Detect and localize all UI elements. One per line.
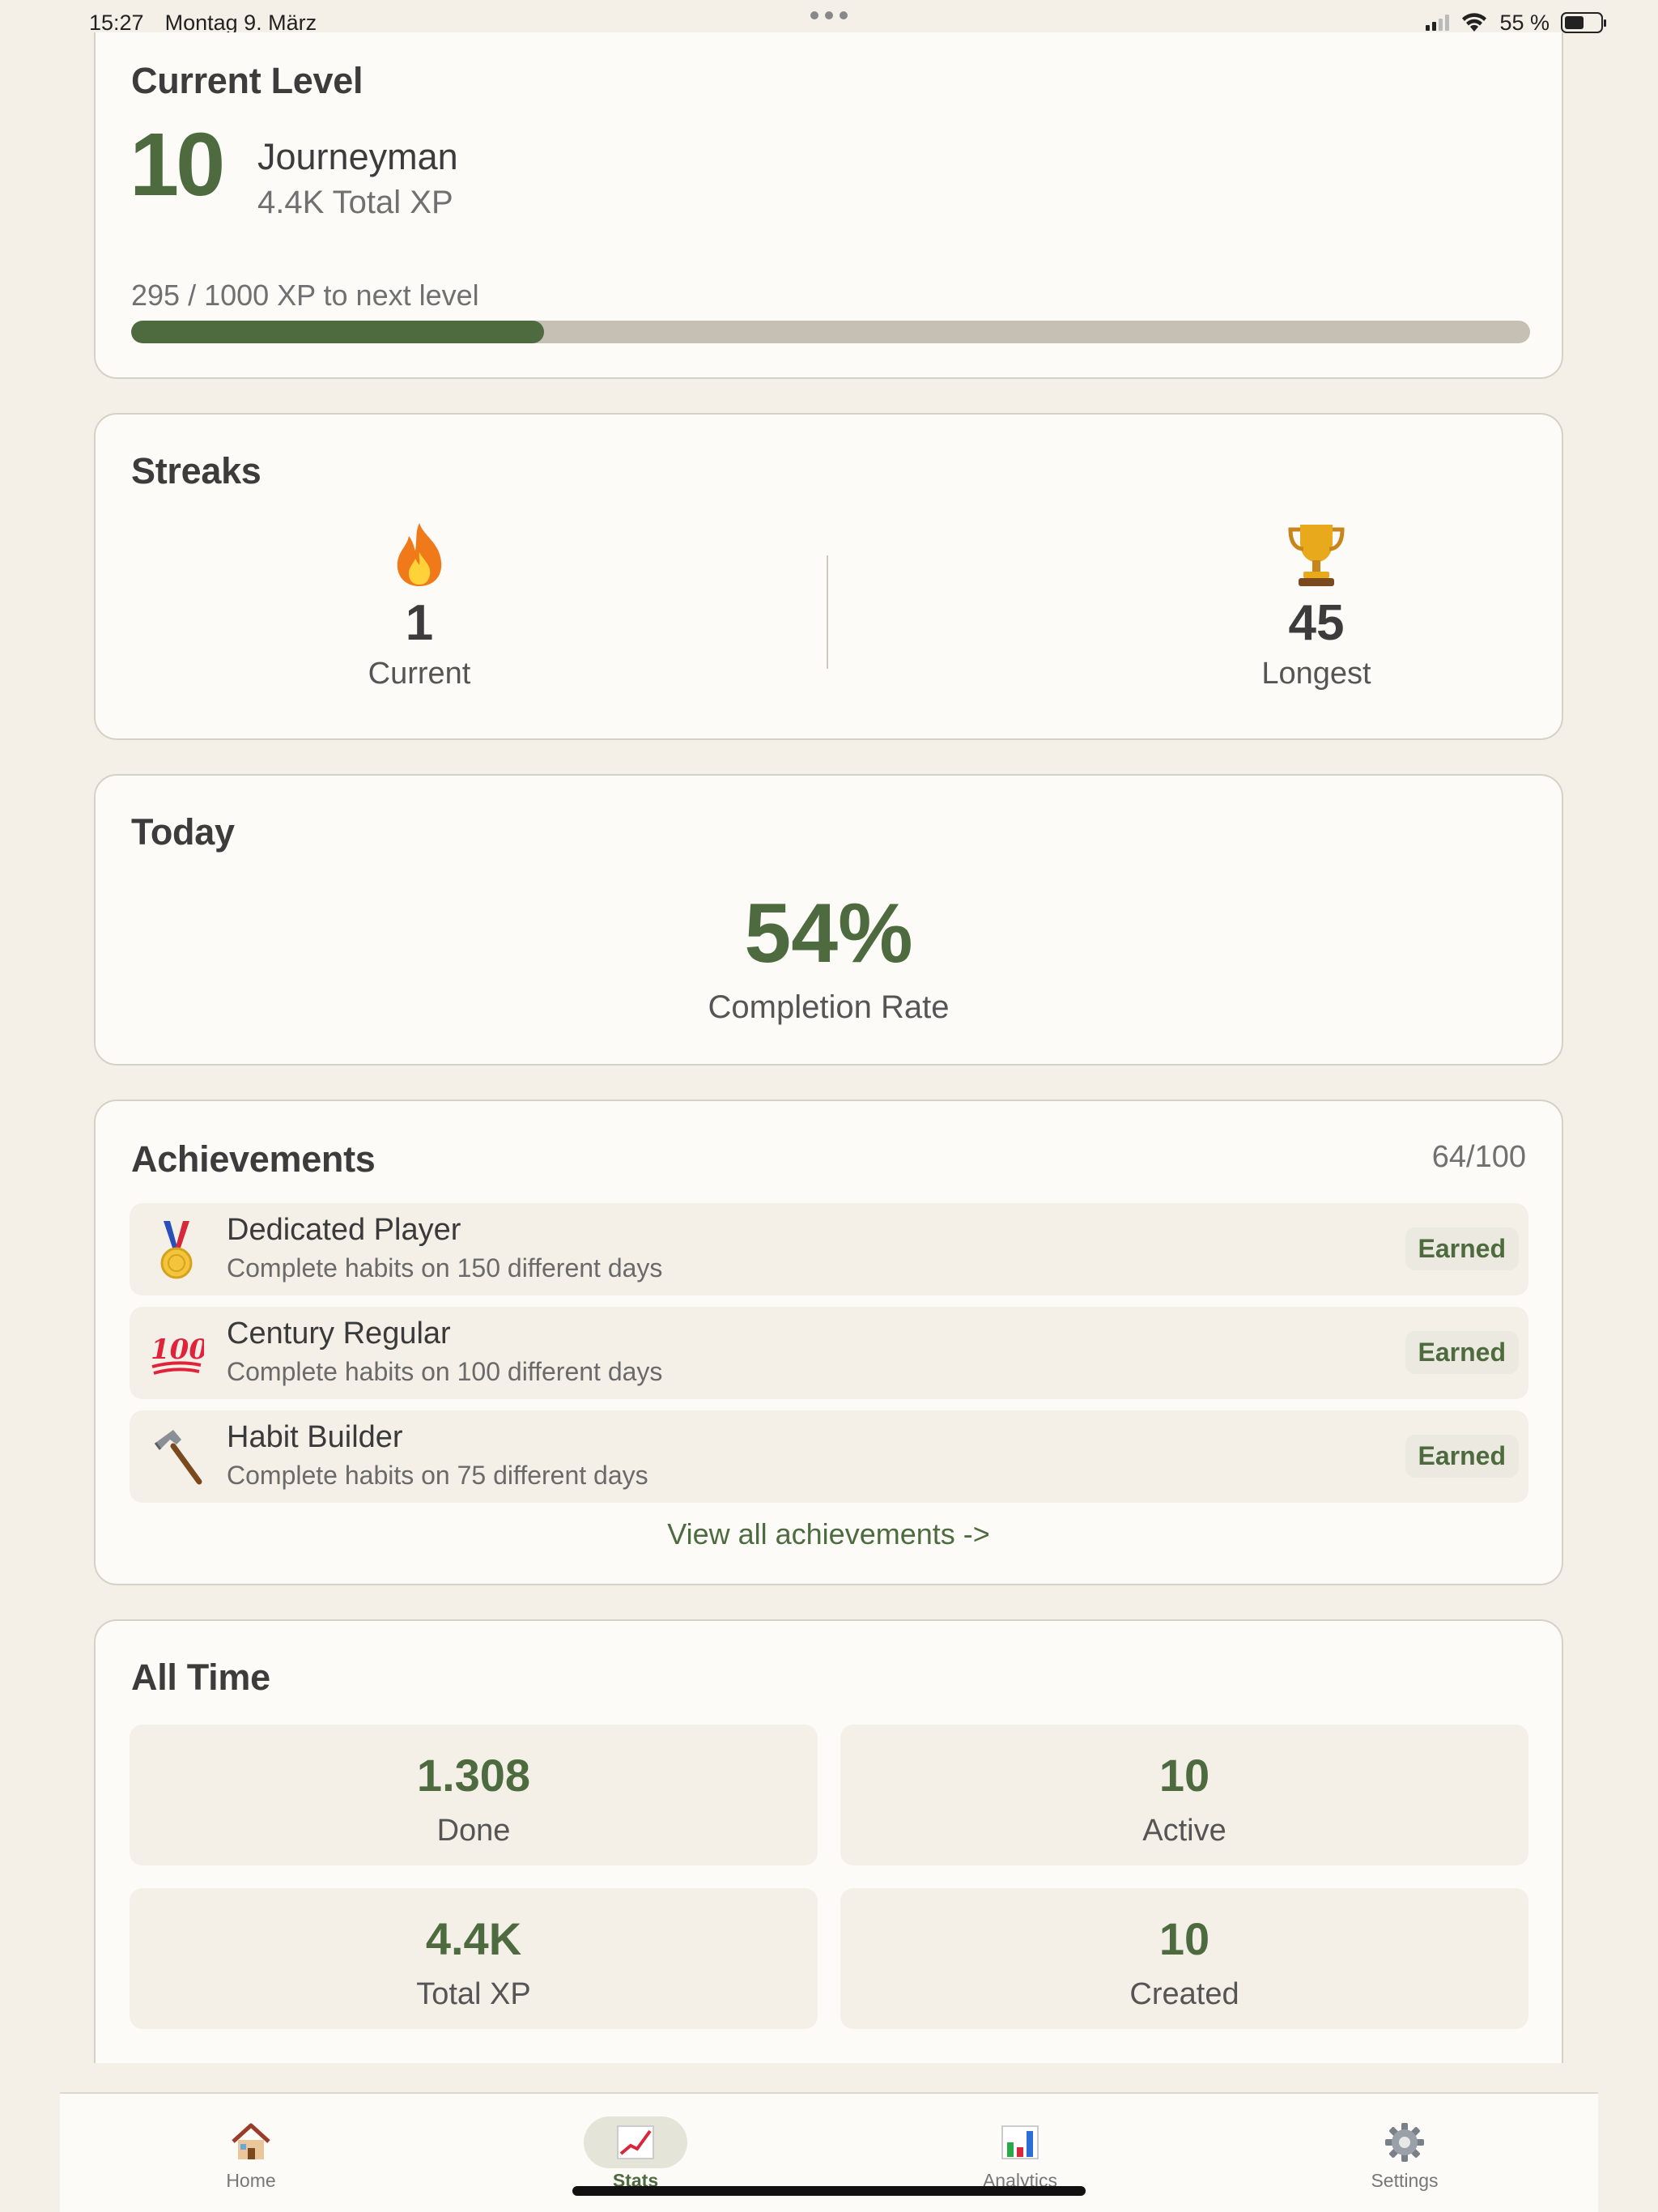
streaks-card: Streaks 1 Current 45 Longest [94, 413, 1563, 740]
tab-stats[interactable]: Stats [555, 2116, 716, 2192]
tab-label: Home [226, 2170, 276, 2191]
earned-badge: Earned [1405, 1331, 1519, 1374]
today-card: Today 54% Completion Rate [94, 774, 1563, 1066]
achievement-item[interactable]: Habit Builder Complete habits on 75 diff… [130, 1410, 1528, 1503]
streak-divider [827, 555, 828, 669]
tab-settings[interactable]: Settings [1324, 2118, 1486, 2192]
level-number: 10 [130, 115, 225, 215]
medal-icon [160, 1221, 193, 1279]
earned-badge: Earned [1405, 1435, 1519, 1478]
streaks-title: Streaks [131, 450, 261, 491]
stat-done: 1.308 Done [130, 1725, 818, 1865]
battery-icon [1561, 12, 1606, 33]
longest-streak-label: Longest [1261, 657, 1371, 691]
achievement-item[interactable]: 100 Century Regular Complete habits on 1… [130, 1307, 1528, 1399]
achievement-name: Century Regular [227, 1317, 451, 1351]
view-all-achievements-link[interactable]: View all achievements -> [96, 1517, 1562, 1551]
current-level-card: Current Level 10 Journeyman 4.4K Total X… [94, 32, 1563, 379]
current-streak-value: 1 [405, 595, 434, 651]
stat-total-xp: 4.4K Total XP [130, 1888, 818, 2029]
level-progress-fill [131, 321, 544, 343]
stat-label: Active [1142, 1814, 1226, 1848]
hammer-icon [154, 1430, 202, 1485]
stat-value: 10 [1158, 1913, 1210, 1964]
battery-percent: 55 % [1499, 10, 1550, 35]
stat-value: 1.308 [416, 1750, 531, 1801]
level-total-xp: 4.4K Total XP [257, 185, 453, 220]
hundred-points-icon: 100 [151, 1334, 204, 1375]
stat-created: 10 Created [840, 1888, 1528, 2029]
status-date: Montag 9. März [164, 10, 317, 35]
completion-rate-label: Completion Rate [708, 989, 950, 1025]
level-name: Journeyman [257, 136, 458, 177]
house-icon [232, 2123, 270, 2159]
completion-rate-value: 54% [744, 887, 913, 981]
tab-analytics[interactable]: Analytics [939, 2118, 1101, 2192]
svg-text:100: 100 [151, 1334, 204, 1366]
all-time-title: All Time [131, 1657, 270, 1698]
achievement-name: Habit Builder [227, 1420, 403, 1454]
level-progress-bar [131, 321, 1530, 343]
cellular-signal-icon [1426, 15, 1450, 31]
achievement-item[interactable]: Dedicated Player Complete habits on 150 … [130, 1203, 1528, 1295]
today-title: Today [131, 811, 235, 853]
trophy-icon [1288, 525, 1345, 586]
chart-line-icon [617, 2125, 654, 2159]
achievement-description: Complete habits on 75 different days [227, 1461, 648, 1490]
longest-streak-value: 45 [1288, 595, 1345, 651]
tab-label: Settings [1371, 2170, 1439, 2191]
earned-badge: Earned [1405, 1227, 1519, 1270]
all-time-card: All Time 1.308 Done 10 Active 4.4K Total… [94, 1619, 1563, 2063]
status-time: 15:27 [89, 10, 144, 35]
achievements-card: Achievements 64/100 Dedicated Player Com… [94, 1100, 1563, 1585]
stat-value: 10 [1158, 1750, 1210, 1801]
achievement-description: Complete habits on 100 different days [227, 1357, 663, 1386]
stat-label: Total XP [416, 1977, 531, 2011]
home-indicator[interactable] [572, 2186, 1086, 2196]
achievement-name: Dedicated Player [227, 1213, 461, 1247]
stat-label: Created [1129, 1977, 1239, 2011]
achievements-count: 64/100 [1431, 1140, 1526, 1174]
achievements-title: Achievements [131, 1138, 376, 1180]
achievements-list: Dedicated Player Complete habits on 150 … [130, 1203, 1528, 1514]
stat-label: Done [436, 1814, 511, 1848]
wifi-icon [1462, 13, 1487, 32]
longest-streak: 45 Longest [1114, 520, 1519, 691]
achievement-description: Complete habits on 150 different days [227, 1253, 663, 1283]
current-streak: 1 Current [217, 520, 622, 691]
gear-icon [1385, 2123, 1424, 2162]
multitasking-dots[interactable] [810, 11, 848, 19]
fire-icon [397, 523, 442, 586]
stats-screen: 15:27 Montag 9. März 55 % Current Level … [0, 0, 1658, 2212]
level-progress-label: 295 / 1000 XP to next level [131, 279, 479, 312]
stat-active: 10 Active [840, 1725, 1528, 1865]
tab-home[interactable]: Home [170, 2118, 332, 2192]
bar-chart-icon [1001, 2125, 1039, 2159]
stat-value: 4.4K [425, 1913, 522, 1964]
current-streak-label: Current [368, 657, 471, 691]
current-level-title: Current Level [131, 60, 363, 101]
